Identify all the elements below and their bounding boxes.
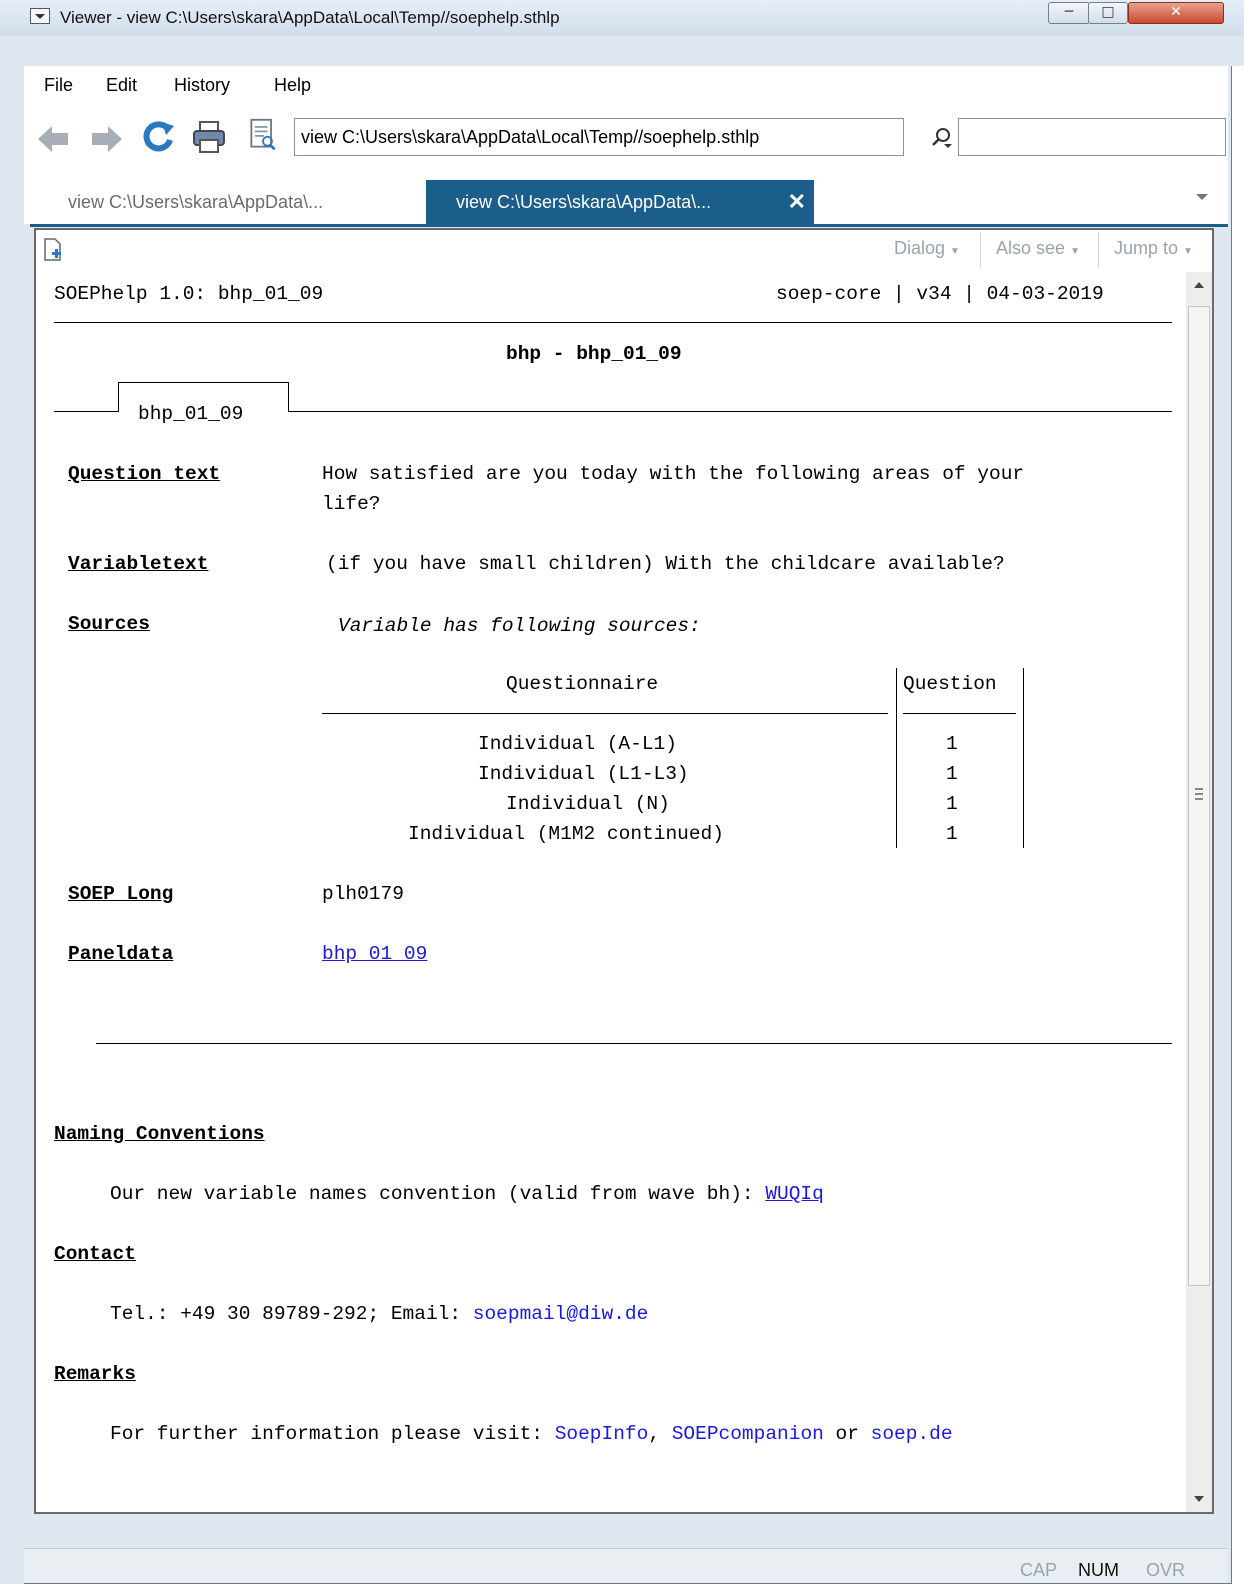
maximize-button[interactable]: □ [1088, 2, 1128, 24]
table-cell-questionnaire: Individual (N) [506, 793, 670, 815]
menu-bar: File Edit History Help [24, 66, 1228, 104]
divider [54, 322, 1172, 323]
title-bar: Viewer - view C:\Users\skara\AppData\Loc… [0, 0, 1244, 36]
window-border [0, 36, 24, 1584]
variable-tab-label: bhp_01_09 [138, 403, 244, 425]
tab-list-chevron-down-icon[interactable] [1196, 194, 1208, 200]
table-cell-questionnaire: Individual (A-L1) [478, 733, 677, 755]
search-input[interactable] [958, 118, 1226, 156]
question-text-line1: How satisfied are you today with the fol… [322, 463, 1025, 485]
divider [96, 1043, 1172, 1044]
menu-edit[interactable]: Edit [106, 75, 137, 96]
question-text-heading: Question text [68, 463, 221, 485]
status-cap: CAP [1020, 1560, 1058, 1580]
paneldata-link[interactable]: bhp 01 09 [322, 943, 427, 965]
scroll-down-arrow-icon[interactable] [1194, 1496, 1204, 1502]
contact-heading: Contact [54, 1243, 136, 1265]
separator [1098, 232, 1099, 268]
window-chrome [0, 36, 1244, 66]
tab-view-2[interactable]: view C:\Users\skara\AppData\... ✕ [426, 180, 814, 224]
soep-long-heading: SOEP Long [68, 883, 174, 905]
table-cell-questionnaire: Individual (L1-L3) [478, 763, 689, 785]
search-icon[interactable] [930, 126, 954, 150]
contact-line: Tel.: +49 30 89789-292; Email: soepmail@… [110, 1303, 648, 1325]
tab-label: view C:\Users\skara\AppData\... [68, 192, 324, 212]
tab-label: view C:\Users\skara\AppData\... [456, 192, 712, 212]
chevron-down-icon: ▼ [1183, 246, 1193, 257]
address-input[interactable]: view C:\Users\skara\AppData\Local\Temp//… [294, 118, 904, 156]
close-window-button[interactable]: ✕ [1128, 2, 1224, 24]
variabletext-value: (if you have small children) With the ch… [326, 553, 1005, 575]
table-cell-question: 1 [946, 733, 958, 755]
menu-history[interactable]: History [174, 75, 230, 96]
table-header-question: Question [903, 673, 997, 695]
viewer-document-icon[interactable] [246, 118, 280, 152]
soepcompanion-link[interactable]: SOEPcompanion [672, 1423, 824, 1445]
status-ovr: OVR [1146, 1560, 1186, 1580]
refresh-icon[interactable] [142, 120, 176, 154]
also-see-label: Also see [996, 238, 1066, 258]
remarks-separator: or [823, 1423, 871, 1445]
back-arrow-icon[interactable] [36, 122, 70, 156]
divider [118, 382, 288, 383]
naming-conventions-heading: Naming Conventions [54, 1123, 265, 1145]
print-icon[interactable] [192, 120, 226, 154]
scroll-up-arrow-icon[interactable] [1194, 282, 1204, 288]
remarks-heading: Remarks [54, 1363, 136, 1385]
divider [903, 713, 1016, 714]
close-tab-icon[interactable]: ✕ [788, 180, 806, 224]
soepinfo-link[interactable]: SoepInfo [555, 1423, 649, 1445]
menu-file[interactable]: File [44, 75, 73, 96]
naming-conventions-line: Our new variable names convention (valid… [110, 1183, 824, 1205]
help-header-right: soep-core | v34 | 04-03-2019 [776, 283, 1104, 305]
dialog-label: Dialog [894, 238, 946, 258]
table-cell-question: 1 [946, 823, 958, 845]
sources-intro: Variable has following sources: [338, 615, 701, 637]
divider [118, 382, 119, 412]
naming-text: Our new variable names convention (valid… [110, 1183, 766, 1205]
remarks-text: For further information please visit: [110, 1423, 555, 1445]
window-title: Viewer - view C:\Users\skara\AppData\Loc… [60, 8, 560, 27]
soep-long-value: plh0179 [322, 883, 404, 905]
menu-help[interactable]: Help [274, 75, 311, 96]
table-cell-question: 1 [946, 793, 958, 815]
table-cell-question: 1 [946, 763, 958, 785]
minimize-button[interactable]: ─ [1048, 2, 1090, 24]
remarks-line: For further information please visit: So… [110, 1423, 953, 1445]
help-title: bhp - bhp_01_09 [506, 343, 682, 365]
divider [288, 382, 289, 412]
remarks-separator: , [648, 1423, 672, 1445]
contact-text: Tel.: +49 30 89789-292; Email: [110, 1303, 473, 1325]
table-border [1023, 668, 1024, 848]
jump-to-label: Jump to [1114, 238, 1179, 258]
variabletext-heading: Variabletext [68, 553, 209, 575]
help-header-left: SOEPhelp 1.0: bhp_01_09 [54, 283, 324, 305]
table-cell-questionnaire: Individual (M1M2 continued) [408, 823, 724, 845]
chevron-down-icon: ▼ [1070, 246, 1080, 257]
divider [288, 411, 1172, 412]
dialog-menu[interactable]: Dialog ▼ [894, 238, 960, 259]
new-viewer-icon[interactable] [44, 238, 62, 262]
paneldata-heading: Paneldata [68, 943, 174, 965]
sources-heading: Sources [68, 613, 150, 635]
tab-underline [30, 224, 1228, 227]
divider [322, 713, 888, 714]
chevron-down-icon: ▼ [950, 246, 960, 257]
question-text-line2: life? [322, 493, 381, 515]
table-border [896, 668, 897, 848]
naming-link[interactable]: WUQIq [765, 1183, 824, 1205]
separator [980, 232, 981, 268]
window-menu-icon[interactable] [30, 8, 50, 24]
tab-view-1[interactable]: view C:\Users\skara\AppData\... [44, 180, 422, 224]
table-header-questionnaire: Questionnaire [506, 673, 659, 695]
divider [54, 411, 118, 412]
also-see-menu[interactable]: Also see ▼ [996, 238, 1080, 259]
grip-icon [1195, 788, 1203, 800]
soep-de-link[interactable]: soep.de [871, 1423, 953, 1445]
status-num: NUM [1078, 1560, 1119, 1580]
contact-email-link[interactable]: soepmail@diw.de [473, 1303, 649, 1325]
forward-arrow-icon[interactable] [90, 122, 124, 156]
jump-to-menu[interactable]: Jump to ▼ [1114, 238, 1193, 259]
